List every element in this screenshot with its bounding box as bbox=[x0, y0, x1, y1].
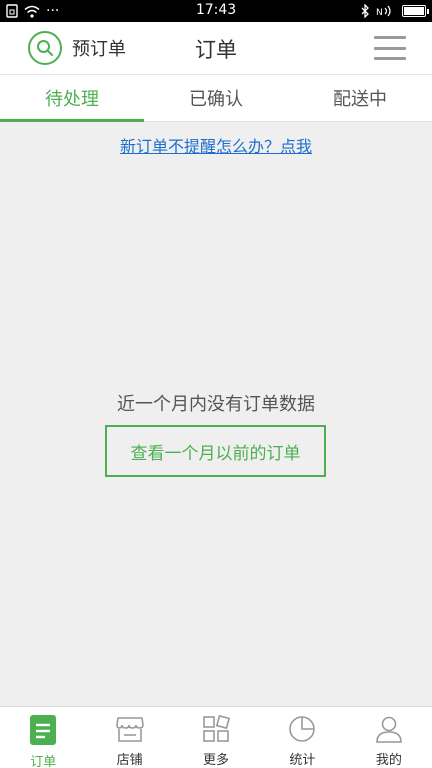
nav-label-more: 更多 bbox=[203, 753, 230, 768]
empty-state-message: 近一个月内没有订单数据 bbox=[117, 394, 315, 415]
view-older-orders-button[interactable]: 查看一个月以前的订单 bbox=[105, 425, 326, 477]
battery-icon bbox=[402, 5, 429, 17]
tab-delivering[interactable]: 配送中 bbox=[288, 75, 432, 121]
tab-pending[interactable]: 待处理 bbox=[0, 75, 144, 122]
nav-label-store: 店铺 bbox=[116, 753, 143, 768]
user-icon bbox=[373, 714, 405, 744]
tab-confirmed[interactable]: 已确认 bbox=[144, 75, 288, 121]
nav-item-profile[interactable]: 我的 bbox=[346, 707, 432, 768]
more-grid-icon bbox=[200, 714, 232, 744]
header: 预订单 订单 bbox=[0, 22, 432, 74]
nav-label-orders: 订单 bbox=[30, 755, 57, 768]
nav-item-more[interactable]: 更多 bbox=[173, 707, 259, 768]
nav-item-stats[interactable]: 统计 bbox=[259, 707, 345, 768]
nav-label-stats: 统计 bbox=[289, 753, 316, 768]
order-icon bbox=[27, 714, 59, 746]
menu-icon[interactable] bbox=[374, 36, 406, 60]
pie-chart-icon bbox=[286, 714, 318, 744]
bottom-nav: 订单 店铺 更多 统计 我的 bbox=[0, 706, 432, 768]
pre-order-button[interactable]: 预订单 bbox=[28, 31, 126, 65]
search-icon bbox=[28, 31, 62, 65]
status-bar: ··· 17:43 N bbox=[0, 0, 432, 22]
reminder-help-link[interactable]: 新订单不提醒怎么办？点我 bbox=[0, 133, 432, 157]
store-icon bbox=[114, 714, 146, 744]
nav-label-profile: 我的 bbox=[375, 753, 402, 768]
nav-item-orders[interactable]: 订单 bbox=[0, 707, 86, 768]
pre-order-label: 预订单 bbox=[72, 39, 126, 60]
nav-item-store[interactable]: 店铺 bbox=[86, 707, 172, 768]
status-time: 17:43 bbox=[195, 2, 237, 18]
order-tabs: 待处理 已确认 配送中 bbox=[0, 74, 432, 122]
